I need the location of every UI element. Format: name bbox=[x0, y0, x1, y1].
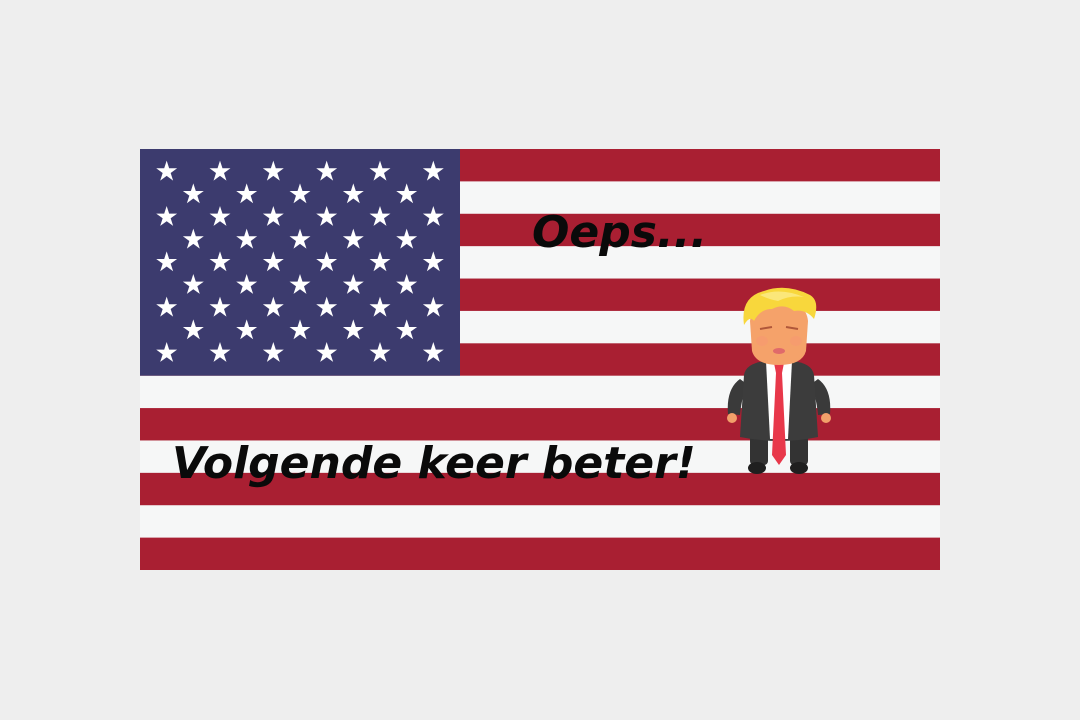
flag-canton bbox=[140, 149, 460, 376]
character-cheek-left bbox=[756, 336, 768, 346]
character-hand-right bbox=[821, 413, 831, 423]
cartoon-president-icon bbox=[727, 287, 831, 474]
character-shoe-left bbox=[748, 462, 766, 474]
game-over-message: Volgende keer beter! bbox=[172, 438, 696, 489]
game-over-title: Oeps... bbox=[532, 207, 708, 258]
game-over-screen: Oeps... Volgende keer beter! bbox=[140, 149, 940, 570]
character-mouth bbox=[773, 348, 785, 354]
flag-stripe bbox=[140, 505, 940, 539]
character-cheek-right bbox=[790, 336, 802, 346]
character-hand-left bbox=[727, 413, 737, 423]
flag-stripe bbox=[140, 537, 940, 570]
character-shoe-right bbox=[790, 462, 808, 474]
